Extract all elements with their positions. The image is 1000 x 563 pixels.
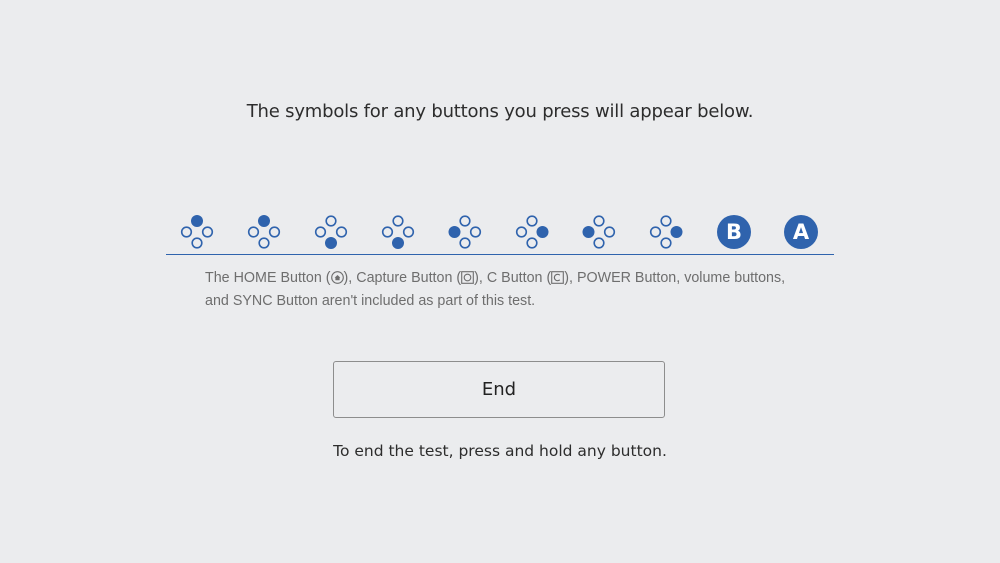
face-y-icon <box>579 212 619 252</box>
divider-line <box>166 254 834 255</box>
capture-button-icon <box>461 270 475 291</box>
a-button-icon: A <box>784 215 818 249</box>
face-a-icon <box>512 212 552 252</box>
pressed-buttons-row: B A <box>166 212 834 254</box>
home-button-icon <box>330 270 344 291</box>
dpad-down-icon <box>311 212 351 252</box>
excluded-buttons-note: The HOME Button (), Capture Button (), C… <box>205 268 825 312</box>
dpad-right-icon <box>646 212 686 252</box>
note-line-2: and SYNC Button aren't included as part … <box>205 293 536 309</box>
dpad-left-icon <box>445 212 485 252</box>
b-button-icon: B <box>717 215 751 249</box>
instruction-heading: The symbols for any buttons you press wi… <box>246 101 754 122</box>
end-button[interactable]: End <box>333 361 665 418</box>
face-b-icon <box>378 212 418 252</box>
face-x-icon <box>244 212 284 252</box>
dpad-up-icon <box>177 212 217 252</box>
end-test-instruction: To end the test, press and hold any butt… <box>333 442 667 460</box>
note-line-1: The HOME Button (), Capture Button (), C… <box>205 268 825 291</box>
c-button-icon <box>551 270 565 291</box>
